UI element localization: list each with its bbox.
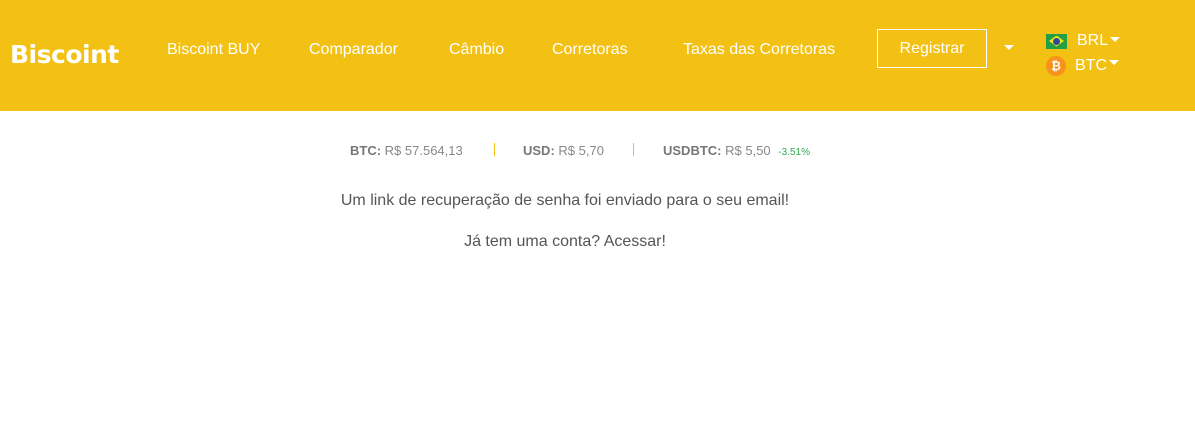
ticker-usdbtc-change: -3.51%: [778, 147, 810, 158]
ticker-btc: BTC: R$ 57.564,13: [350, 143, 463, 159]
top-navbar: Biscoint Biscoint BUY Comparador Câmbio …: [0, 0, 1195, 111]
nav-link-taxas[interactable]: Taxas das Corretoras: [683, 40, 835, 60]
bitcoin-icon: ₿: [1046, 56, 1066, 76]
brazil-flag-icon: [1046, 33, 1067, 49]
crypto-currency-selector[interactable]: ₿ BTC: [1046, 56, 1119, 76]
ticker-divider: [494, 143, 495, 156]
crypto-chevron-down-icon: [1109, 60, 1119, 65]
ticker-btc-value: R$ 57.564,13: [384, 143, 463, 158]
ticker-usdbtc-label: USDBTC:: [663, 143, 722, 158]
register-button-label: Registrar: [899, 39, 965, 57]
nav-link-cambio[interactable]: Câmbio: [449, 40, 504, 60]
register-button[interactable]: Registrar: [877, 29, 987, 68]
user-menu-chevron-down-icon[interactable]: [1004, 45, 1014, 50]
nav-link-corretoras[interactable]: Corretoras: [552, 40, 628, 60]
ticker-usdbtc: USDBTC: R$ 5,50 -3.51%: [663, 143, 810, 161]
login-link[interactable]: Já tem uma conta? Acessar!: [0, 232, 1130, 252]
logo-text: Biscoint: [10, 39, 119, 69]
ticker-usd-value: R$ 5,70: [558, 143, 604, 158]
ticker-btc-label: BTC:: [350, 143, 382, 158]
fiat-currency-label: BRL: [1077, 32, 1109, 49]
fiat-chevron-down-icon: [1110, 37, 1120, 42]
fiat-currency-selector[interactable]: BRL: [1046, 31, 1120, 51]
ticker-usd-label: USD:: [523, 143, 555, 158]
biscoint-logo[interactable]: Biscoint: [10, 39, 119, 69]
nav-link-biscoint-buy[interactable]: Biscoint BUY: [167, 40, 260, 60]
crypto-currency-label: BTC: [1075, 57, 1107, 74]
ticker-usdbtc-value: R$ 5,50: [725, 143, 771, 158]
ticker-usd: USD: R$ 5,70: [523, 143, 604, 159]
ticker-divider: [633, 143, 634, 156]
recovery-sent-message: Um link de recuperação de senha foi envi…: [340, 192, 790, 209]
nav-link-comparador[interactable]: Comparador: [309, 40, 398, 60]
